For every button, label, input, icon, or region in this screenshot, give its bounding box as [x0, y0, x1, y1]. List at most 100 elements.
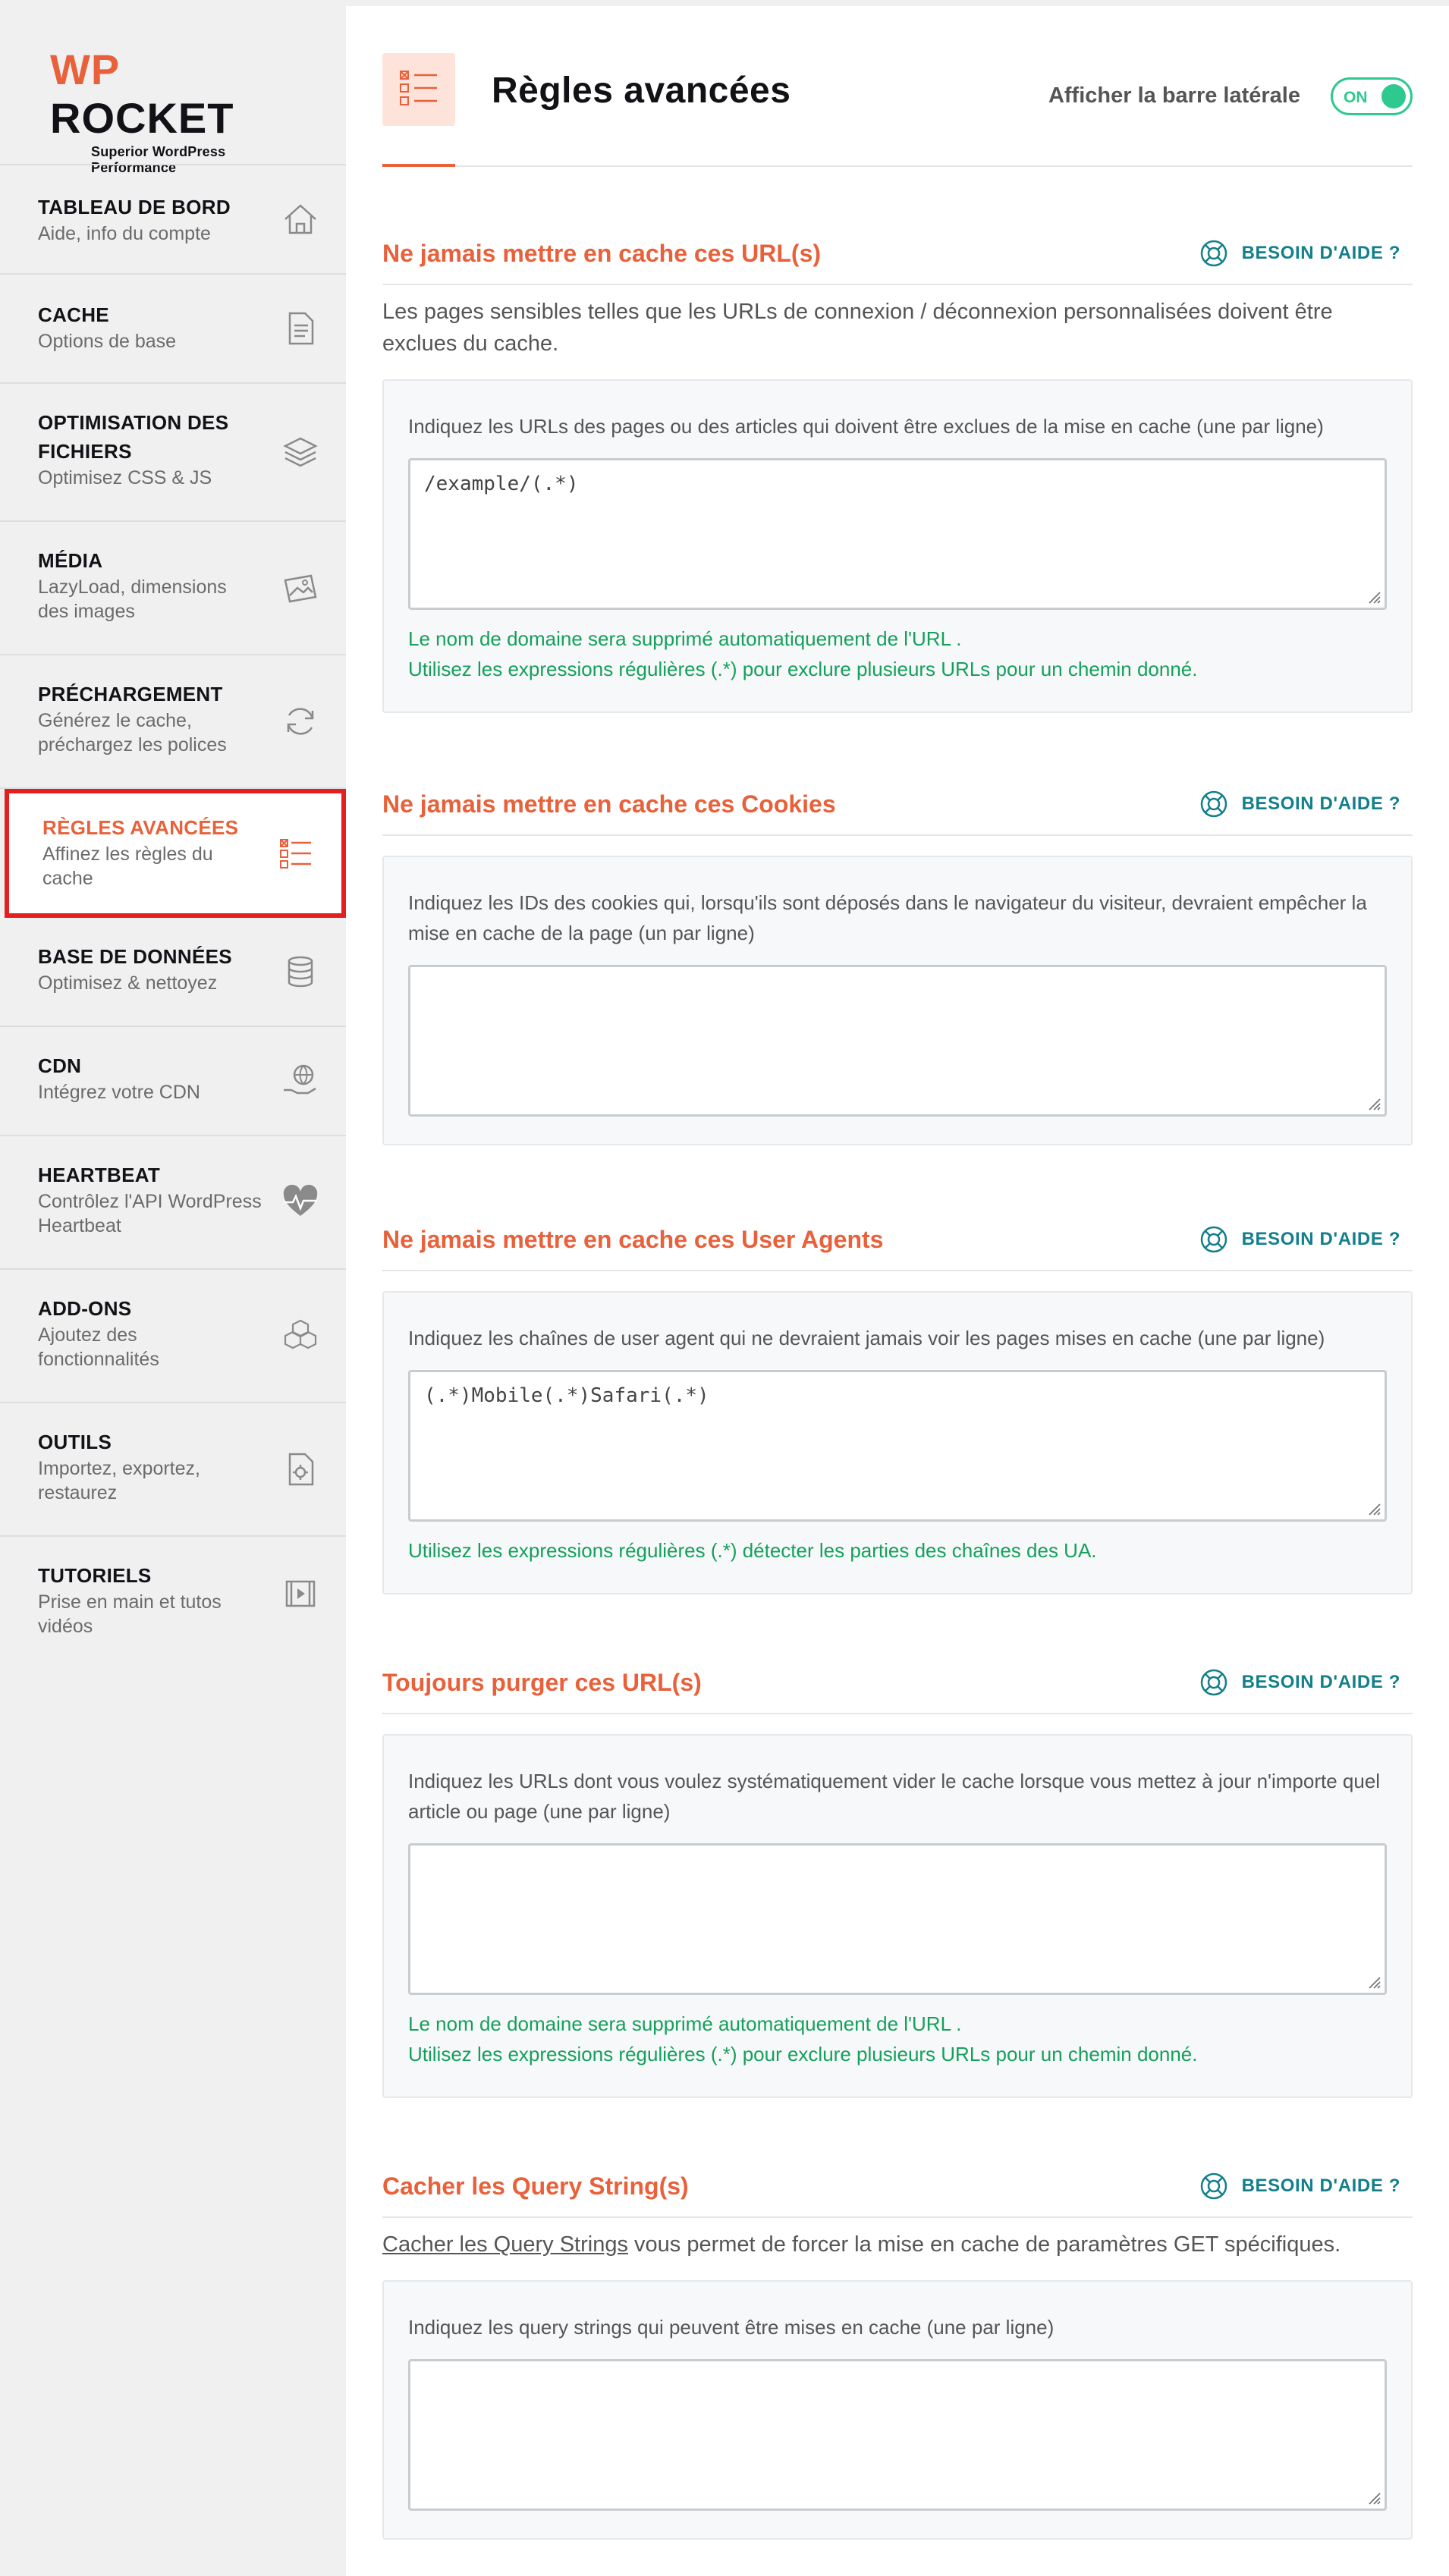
never-cache-urls-textarea[interactable]: /example/(.*) [408, 458, 1387, 610]
sidebar-item-cdn[interactable]: CDN Intégrez votre CDN [0, 1027, 346, 1136]
section-never-cache-user-agents: Ne jamais mettre en cache ces User Agent… [382, 1214, 1413, 1594]
logo-rocket: ROCKET [50, 94, 234, 142]
sidebar-item-addons[interactable]: ADD-ONS Ajoutez des fonctionnalités [0, 1270, 346, 1403]
section-title: Cacher les Query String(s) [382, 2172, 689, 2200]
sidebar-item-subtitle: Importez, exportez, restaurez [38, 1458, 200, 1503]
sidebar-item-advanced-rules[interactable]: RÈGLES AVANCÉES Affinez les règles du ca… [5, 789, 346, 918]
resize-handle-icon[interactable] [1365, 588, 1381, 605]
cache-query-strings-textarea[interactable] [408, 2359, 1387, 2511]
sidebar-item-subtitle: Intégrez votre CDN [38, 1082, 200, 1103]
lifebuoy-icon [1200, 1226, 1227, 1253]
sidebar-item-heartbeat[interactable]: HEARTBEAT Contrôlez l'API WordPress Hear… [0, 1136, 346, 1270]
sidebar-item-title: MÉDIA [38, 549, 103, 572]
never-cache-user-agents-textarea[interactable]: (.*)Mobile(.*)Safari(.*) [408, 1370, 1387, 1522]
resize-handle-icon[interactable] [1365, 1973, 1381, 1990]
always-purge-urls-textarea[interactable] [408, 1843, 1387, 1995]
sidebar-item-title: ADD-ONS [38, 1297, 132, 1320]
sidebar-item-subtitle: Ajoutez des fonctionnalités [38, 1324, 159, 1370]
field-label: Indiquez les query strings qui peuvent ê… [408, 2316, 1055, 2339]
field-label: Indiquez les IDs des cookies qui, lorsqu… [408, 891, 1367, 944]
sidebar-item-subtitle: Affinez les règles du cache [42, 843, 213, 889]
textarea-value: /example/(.*) [424, 473, 579, 495]
field-box: Indiquez les chaînes de user agent qui n… [382, 1291, 1413, 1594]
sidebar-item-title: BASE DE DONNÉES [38, 945, 232, 968]
wp-rocket-logo[interactable]: WP ROCKET Superior WordPress Performance [50, 46, 305, 175]
sidebar-item-media[interactable]: MÉDIA LazyLoad, dimensions des images [0, 522, 346, 655]
never-cache-cookies-textarea[interactable] [408, 965, 1387, 1117]
query-strings-link[interactable]: Cacher les Query Strings [382, 2232, 628, 2257]
field-box: Indiquez les IDs des cookies qui, lorsqu… [382, 856, 1413, 1145]
lifebuoy-icon [1200, 1669, 1227, 1696]
resize-handle-icon[interactable] [1365, 1095, 1381, 1111]
video-icon [285, 1580, 316, 1607]
help-button[interactable]: BESOIN D'AIDE ? [1199, 1224, 1400, 1255]
field-box: Indiquez les URLs dont vous voulez systé… [382, 1734, 1413, 2098]
field-box: Indiquez les URLs des pages ou des artic… [382, 379, 1413, 713]
field-note: Utilisez les expressions régulières (.*)… [408, 658, 1198, 680]
sidebar-item-title: CACHE [38, 303, 109, 326]
field-label: Indiquez les URLs dont vous voulez systé… [408, 1770, 1381, 1823]
section-header: Ne jamais mettre en cache ces Cookies BE… [382, 778, 1413, 836]
toggle-state: ON [1344, 89, 1368, 106]
section-header: Ne jamais mettre en cache ces User Agent… [382, 1214, 1413, 1271]
resize-handle-icon[interactable] [1365, 1500, 1381, 1516]
section-cache-query-strings: Cacher les Query String(s) BESOIN D'AIDE… [382, 2160, 1413, 2540]
sidebar-item-subtitle: Contrôlez l'API WordPress Heartbeat [38, 1191, 262, 1236]
sidebar-item-title: TABLEAU DE BORD [38, 196, 231, 218]
sidebar-item-subtitle: Aide, info du compte [38, 223, 211, 244]
section-title: Ne jamais mettre en cache ces User Agent… [382, 1226, 884, 1253]
field-note: Utilisez les expressions régulières (.*)… [408, 2043, 1198, 2066]
sidebar-item-tutorials[interactable]: TUTORIELS Prise en main et tutos vidéos [0, 1537, 346, 1651]
heartbeat-icon [283, 1184, 318, 1216]
sidebar-item-subtitle: Optimisez CSS & JS [38, 467, 212, 488]
sidebar-item-file-optimization[interactable]: OPTIMISATION DES FICHIERS Optimisez CSS … [0, 384, 346, 522]
layers-icon [283, 437, 318, 467]
section-always-purge-urls: Toujours purger ces URL(s) BESOIN D'AIDE… [382, 1657, 1413, 2098]
field-note: Utilisez les expressions régulières (.*)… [408, 1539, 1097, 1562]
help-button[interactable]: BESOIN D'AIDE ? [1199, 238, 1400, 269]
advanced-rules-icon [382, 53, 455, 126]
toggle-knob [1381, 84, 1406, 108]
globe-hand-icon [284, 1064, 316, 1095]
sidebar-item-database[interactable]: BASE DE DONNÉES Optimisez & nettoyez [0, 918, 346, 1027]
sidebar-item-title: CDN [38, 1054, 82, 1077]
help-label: BESOIN D'AIDE ? [1241, 793, 1400, 814]
sidebar: WP ROCKET Superior WordPress Performance… [0, 0, 346, 2576]
logo-wp: WP [50, 46, 120, 93]
sidebar-item-title: OUTILS [38, 1431, 112, 1453]
file-icon [288, 312, 314, 345]
field-box: Indiquez les query strings qui peuvent ê… [382, 2280, 1413, 2540]
sidebar-item-subtitle: Prise en main et tutos vidéos [38, 1591, 222, 1637]
sidebar-toggle[interactable]: ON [1331, 77, 1413, 115]
sidebar-item-dashboard[interactable]: TABLEAU DE BORD Aide, info du compte [0, 165, 346, 275]
sidebar-item-title: TUTORIELS [38, 1564, 152, 1587]
description-text: vous permet de forcer la mise en cache d… [627, 2232, 1341, 2257]
section-never-cache-cookies: Ne jamais mettre en cache ces Cookies BE… [382, 778, 1413, 1145]
sidebar-item-title: OPTIMISATION DES FICHIERS [38, 411, 229, 463]
image-icon [284, 574, 317, 603]
resize-handle-icon[interactable] [1365, 2489, 1381, 2505]
textarea-value: (.*)Mobile(.*)Safari(.*) [424, 1384, 709, 1407]
sidebar-item-title: PRÉCHARGEMENT [38, 683, 223, 705]
help-button[interactable]: BESOIN D'AIDE ? [1199, 1667, 1400, 1698]
sidebar-item-subtitle: Générez le cache, préchargez les polices [38, 710, 227, 756]
checklist-icon [280, 839, 311, 869]
sidebar-item-preload[interactable]: PRÉCHARGEMENT Générez le cache, précharg… [0, 655, 346, 789]
field-label: Indiquez les chaînes de user agent qui n… [408, 1327, 1325, 1349]
sidebar-toggle-label: Afficher la barre latérale [1048, 83, 1300, 108]
home-icon [284, 204, 316, 234]
sidebar-item-title: HEARTBEAT [38, 1164, 161, 1186]
gear-file-icon [288, 1453, 314, 1486]
lifebuoy-icon [1200, 790, 1227, 818]
sidebar-item-cache[interactable]: CACHE Options de base [0, 275, 346, 384]
help-button[interactable]: BESOIN D'AIDE ? [1199, 789, 1400, 819]
sidebar-item-tools[interactable]: OUTILS Importez, exportez, restaurez [0, 1403, 346, 1537]
page-header: Règles avancées Afficher la barre latéra… [382, 6, 1413, 167]
help-label: BESOIN D'AIDE ? [1241, 1229, 1400, 1249]
database-icon [288, 956, 313, 988]
section-header: Toujours purger ces URL(s) BESOIN D'AIDE… [382, 1657, 1413, 1714]
section-never-cache-urls: Ne jamais mettre en cache ces URL(s) BES… [382, 228, 1413, 713]
section-description: Cacher les Query Strings vous permet de … [382, 2229, 1413, 2260]
section-title: Ne jamais mettre en cache ces Cookies [382, 790, 836, 818]
help-button[interactable]: BESOIN D'AIDE ? [1199, 2171, 1400, 2201]
